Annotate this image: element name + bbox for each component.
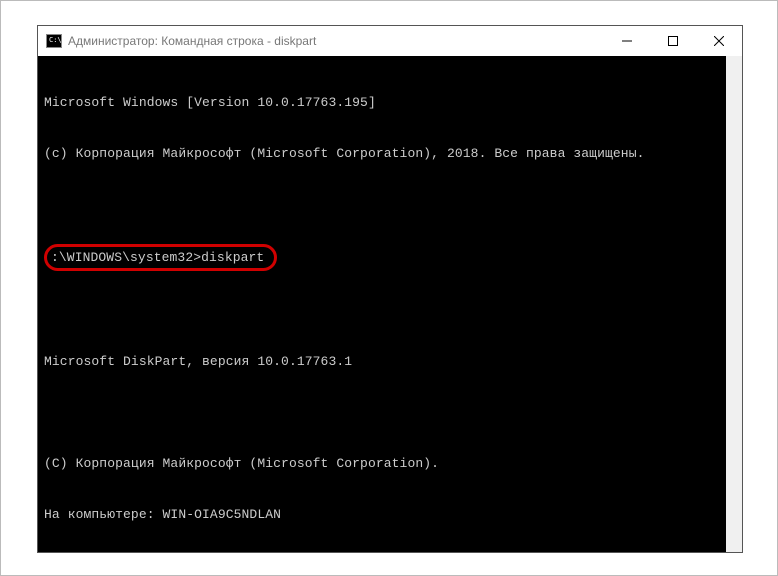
terminal-body[interactable]: Microsoft Windows [Version 10.0.17763.19… <box>38 56 742 552</box>
output-line: (C) Корпорация Майкрософт (Microsoft Cor… <box>44 455 736 472</box>
window-title: Администратор: Командная строка - diskpa… <box>68 34 604 48</box>
output-blank <box>44 302 736 319</box>
minimize-button[interactable] <box>604 26 650 56</box>
output-line: Microsoft Windows [Version 10.0.17763.19… <box>44 94 736 111</box>
command-prompt-window: C:\ Администратор: Командная строка - di… <box>37 25 743 553</box>
output-blank <box>44 404 736 421</box>
window-controls <box>604 26 742 55</box>
highlight-annotation: :\WINDOWS\system32>diskpart <box>44 244 277 271</box>
output-line: На компьютере: WIN-OIA9C5NDLAN <box>44 506 736 523</box>
screenshot-frame: C:\ Администратор: Командная строка - di… <box>0 0 778 576</box>
output-line: Microsoft DiskPart, версия 10.0.17763.1 <box>44 353 736 370</box>
terminal-output: Microsoft Windows [Version 10.0.17763.19… <box>38 56 742 552</box>
output-line: (c) Корпорация Майкрософт (Microsoft Cor… <box>44 145 736 162</box>
command-line-highlighted: :\WINDOWS\system32>diskpart <box>44 247 736 268</box>
maximize-button[interactable] <box>650 26 696 56</box>
output-blank <box>44 196 736 213</box>
cmd-icon: C:\ <box>46 34 62 48</box>
window-titlebar[interactable]: C:\ Администратор: Командная строка - di… <box>38 26 742 56</box>
vertical-scrollbar[interactable] <box>726 56 742 552</box>
close-button[interactable] <box>696 26 742 56</box>
cmd-icon-glyph: C:\ <box>49 37 62 44</box>
